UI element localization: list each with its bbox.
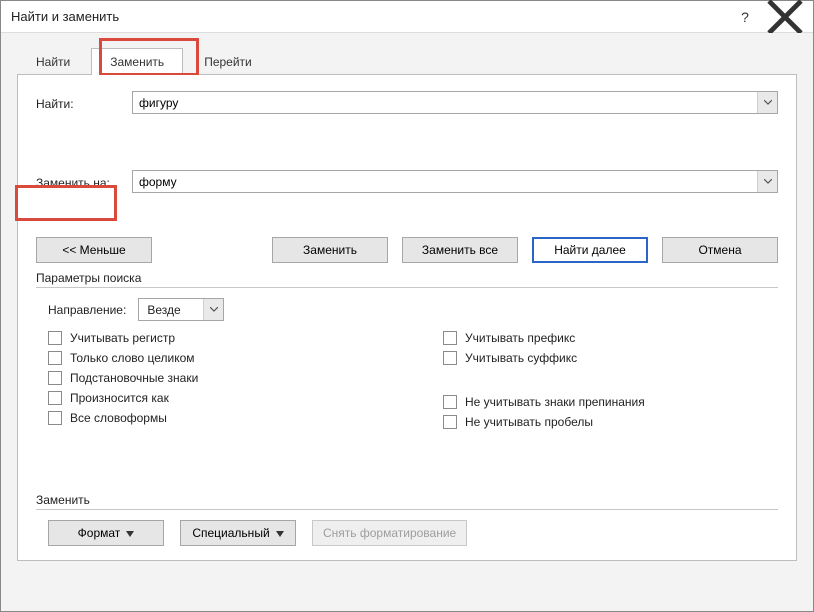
checkbox-icon (48, 331, 62, 345)
close-button[interactable] (765, 5, 805, 29)
replace-input[interactable] (133, 171, 757, 192)
find-combo (132, 91, 778, 114)
ignore-space-checkbox[interactable]: Не учитывать пробелы (443, 415, 778, 429)
action-buttons: << Меньше Заменить Заменить все Найти да… (36, 237, 778, 263)
checkbox-icon (443, 351, 457, 365)
dialog-body: Найти Заменить Перейти Найти: Заменить н… (1, 33, 813, 611)
less-button[interactable]: << Меньше (36, 237, 152, 263)
direction-label: Направление: (48, 303, 126, 317)
checkbox-icon (48, 371, 62, 385)
replace-all-button[interactable]: Заменить все (402, 237, 518, 263)
titlebar: Найти и заменить ? (1, 1, 813, 33)
replace-button[interactable]: Заменить (272, 237, 388, 263)
checkbox-icon (443, 415, 457, 429)
ignore-punct-checkbox[interactable]: Не учитывать знаки препинания (443, 395, 778, 409)
format-buttons: Формат Специальный Снять форматирование (36, 520, 778, 546)
tab-content: Найти: Заменить на: (17, 75, 797, 561)
options-right-col: Учитывать префикс Учитывать суффикс Не у… (423, 331, 778, 429)
prefix-checkbox[interactable]: Учитывать префикс (443, 331, 778, 345)
find-input[interactable] (133, 92, 757, 113)
no-formatting-button: Снять форматирование (312, 520, 467, 546)
sounds-like-checkbox[interactable]: Произносится как (48, 391, 383, 405)
search-options: Учитывать регистр Только слово целиком П… (36, 331, 778, 429)
tab-goto[interactable]: Перейти (185, 48, 271, 75)
direction-row: Направление: Везде (36, 298, 778, 321)
replace-combo (132, 170, 778, 193)
find-label: Найти: (36, 95, 132, 111)
cancel-button[interactable]: Отмена (662, 237, 778, 263)
replace-label: Заменить на: (36, 174, 132, 190)
replace-section-title: Заменить (36, 493, 778, 507)
tab-find[interactable]: Найти (17, 48, 89, 75)
search-options-divider (36, 287, 778, 288)
direction-value: Везде (139, 303, 203, 317)
options-left-col: Учитывать регистр Только слово целиком П… (48, 331, 383, 429)
tab-replace[interactable]: Заменить (91, 48, 183, 75)
dropdown-triangle-icon (126, 526, 134, 540)
checkbox-icon (48, 351, 62, 365)
replace-dropdown-button[interactable] (757, 171, 777, 192)
checkbox-icon (443, 395, 457, 409)
suffix-checkbox[interactable]: Учитывать суффикс (443, 351, 778, 365)
match-case-checkbox[interactable]: Учитывать регистр (48, 331, 383, 345)
format-button[interactable]: Формат (48, 520, 164, 546)
dropdown-triangle-icon (276, 526, 284, 540)
replace-row: Заменить на: (36, 170, 778, 193)
find-row: Найти: (36, 91, 778, 114)
find-dropdown-button[interactable] (757, 92, 777, 113)
tab-strip: Найти Заменить Перейти (17, 39, 797, 75)
window-title: Найти и заменить (11, 9, 725, 24)
find-replace-dialog: Найти и заменить ? Найти Заменить Перейт… (0, 0, 814, 612)
replace-section-divider (36, 509, 778, 510)
help-button[interactable]: ? (725, 5, 765, 29)
checkbox-icon (443, 331, 457, 345)
checkbox-icon (48, 391, 62, 405)
checkbox-icon (48, 411, 62, 425)
direction-dropdown-button[interactable] (203, 299, 223, 320)
replace-format-section: Заменить Формат Специальный Снять формат… (36, 493, 778, 546)
find-next-button[interactable]: Найти далее (532, 237, 648, 263)
word-forms-checkbox[interactable]: Все словоформы (48, 411, 383, 425)
search-options-title: Параметры поиска (36, 271, 778, 285)
wildcards-checkbox[interactable]: Подстановочные знаки (48, 371, 383, 385)
whole-word-checkbox[interactable]: Только слово целиком (48, 351, 383, 365)
direction-select[interactable]: Везде (138, 298, 224, 321)
special-button[interactable]: Специальный (180, 520, 296, 546)
